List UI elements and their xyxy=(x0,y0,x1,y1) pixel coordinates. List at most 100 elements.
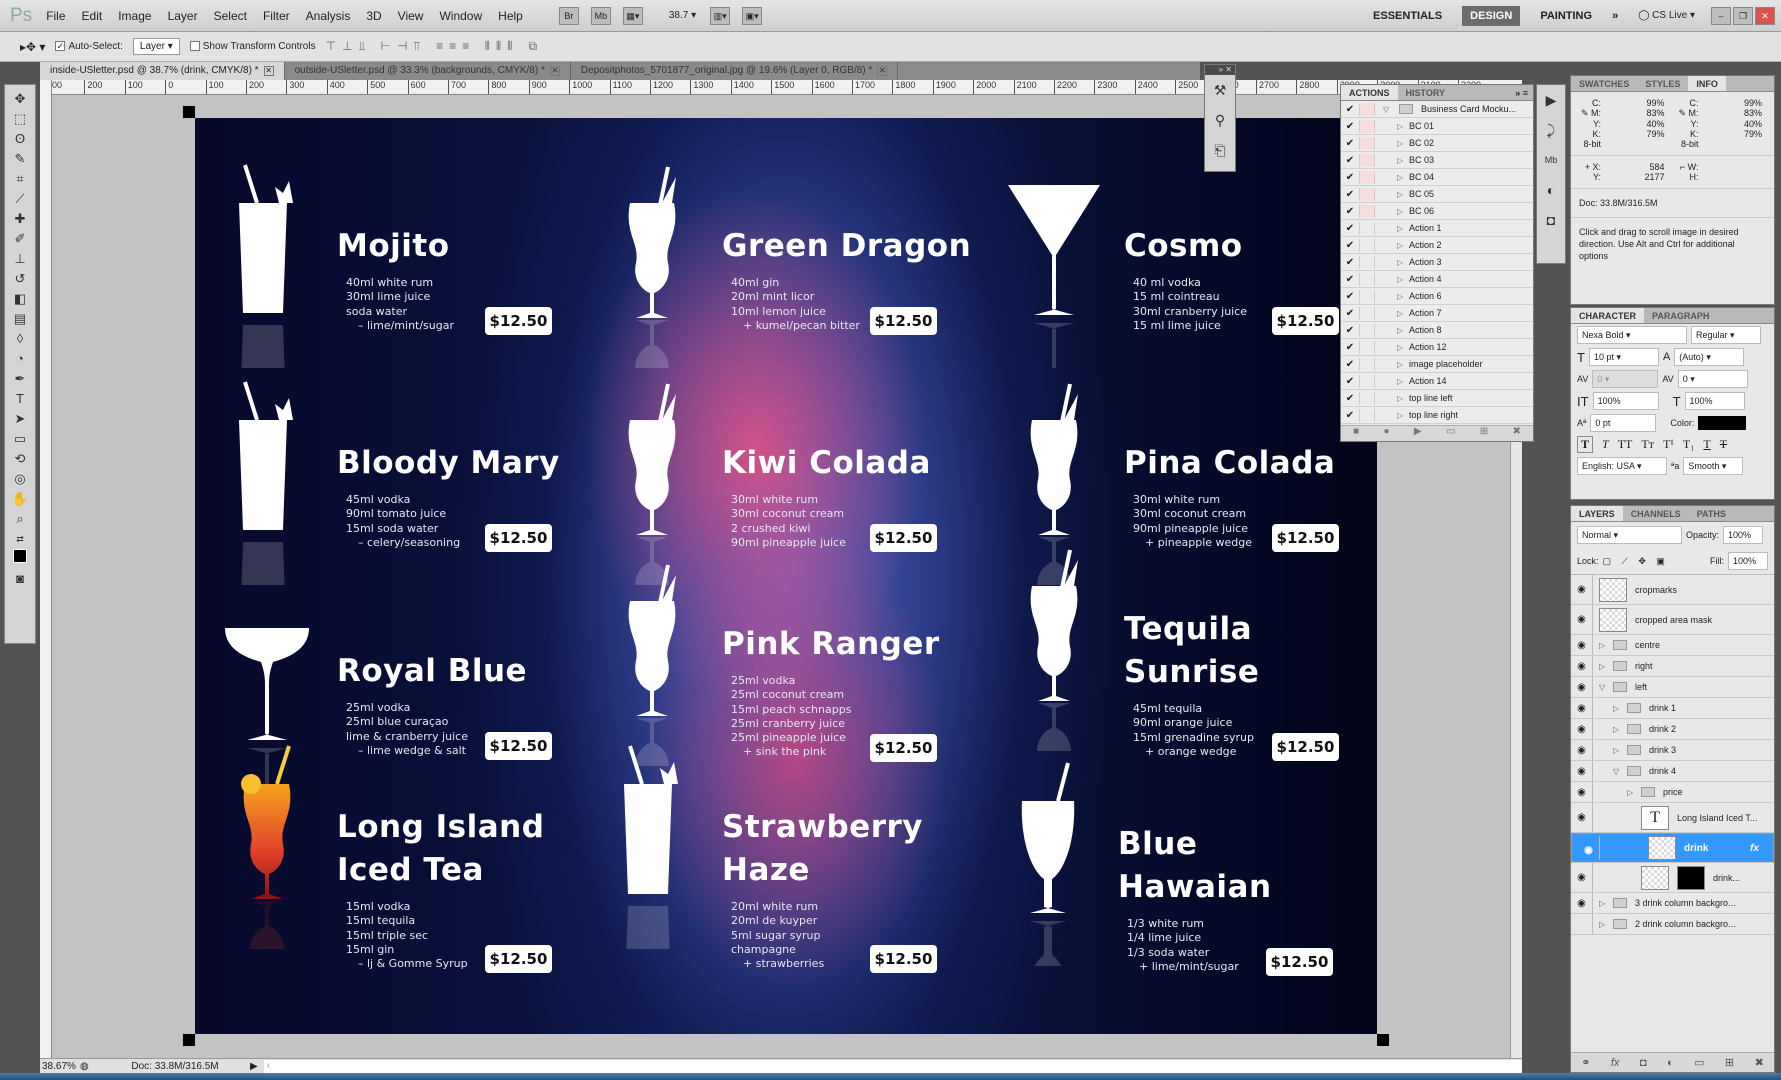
horizontal-scrollbar[interactable]: ‹ xyxy=(263,1059,1522,1073)
expand-triangle-icon[interactable]: ▷ xyxy=(1613,725,1623,734)
visibility-eye-icon[interactable]: ◉ xyxy=(1571,698,1593,718)
menu-image[interactable]: Image xyxy=(118,9,151,23)
mini-bridge-button[interactable]: Mb xyxy=(590,6,611,25)
gradient-tool-icon[interactable]: ▤ xyxy=(9,309,31,329)
zoom-percentage-field[interactable]: 38.67% xyxy=(40,1061,80,1072)
adjustment-layer-icon[interactable]: ◐ xyxy=(1667,1057,1674,1069)
expand-triangle-icon[interactable]: ▽ xyxy=(1613,767,1623,776)
expand-triangle-icon[interactable]: ▷ xyxy=(1397,411,1409,420)
new-layer-icon[interactable]: ⊞ xyxy=(1725,1056,1734,1069)
toggle-checkbox[interactable]: ✔ xyxy=(1341,138,1359,149)
expand-triangle-icon[interactable]: ▷ xyxy=(1397,309,1409,318)
blend-mode-select[interactable]: Normal ▾ xyxy=(1577,526,1682,544)
visibility-eye-icon[interactable]: ◉ xyxy=(1571,656,1593,676)
blur-tool-icon[interactable]: ◊ xyxy=(9,329,31,349)
dialog-toggle[interactable] xyxy=(1359,238,1375,252)
tab-history[interactable]: HISTORY xyxy=(1398,85,1454,100)
lasso-tool-icon[interactable]: ʘ xyxy=(9,129,31,149)
action-item[interactable]: ✔ ▷ BC 04 xyxy=(1341,169,1533,186)
menu-select[interactable]: Select xyxy=(214,9,247,23)
menu-filter[interactable]: Filter xyxy=(263,9,290,23)
menu-window[interactable]: Window xyxy=(439,9,482,23)
expand-triangle-icon[interactable]: ▷ xyxy=(1397,377,1409,386)
layer-row[interactable]: ◉ ▽ left xyxy=(1571,677,1774,698)
dialog-toggle[interactable] xyxy=(1359,255,1375,269)
toggle-checkbox[interactable]: ✔ xyxy=(1341,257,1359,268)
bridge-button[interactable]: Br xyxy=(558,6,579,25)
toggle-checkbox[interactable]: ✔ xyxy=(1341,189,1359,200)
expand-triangle-icon[interactable]: ▷ xyxy=(1397,394,1409,403)
expand-triangle-icon[interactable]: ▷ xyxy=(1397,139,1409,148)
menu-help[interactable]: Help xyxy=(498,9,523,23)
dialog-toggle[interactable] xyxy=(1359,289,1375,303)
dialog-toggle[interactable] xyxy=(1359,136,1375,150)
dialog-toggle[interactable] xyxy=(1359,357,1375,371)
tab-paths[interactable]: PATHS xyxy=(1689,506,1734,521)
hand-tool-icon[interactable]: ✋ xyxy=(9,489,31,509)
horizontal-scale-field[interactable]: 100% xyxy=(1684,392,1745,410)
brush-presets-icon[interactable]: ⚲ xyxy=(1205,105,1235,135)
layer-row[interactable]: ◉ ▷ right xyxy=(1571,656,1774,677)
drink-item[interactable]: Tequila Sunrise 45ml tequila 90ml orange ju… xyxy=(1030,549,1339,855)
baseline-shift-field[interactable]: 0 pt xyxy=(1590,414,1657,432)
expand-triangle-icon[interactable]: ▷ xyxy=(1613,704,1623,713)
drink-item[interactable]: Pina Colada 30ml white rum 30ml coconut cr… xyxy=(1030,383,1339,689)
minimize-button[interactable]: – xyxy=(1711,6,1731,25)
stamp-tool-icon[interactable]: ⊥ xyxy=(9,249,31,269)
toggle-checkbox[interactable]: ✔ xyxy=(1341,155,1359,166)
dialog-toggle[interactable] xyxy=(1359,187,1375,201)
action-item[interactable]: ✔ ▷ Action 1 xyxy=(1341,220,1533,237)
expand-triangle-icon[interactable]: ▷ xyxy=(1397,360,1409,369)
layer-style-icon[interactable]: fx xyxy=(1611,1057,1620,1069)
restore-button[interactable]: ❐ xyxy=(1733,6,1753,25)
menu-edit[interactable]: Edit xyxy=(82,9,103,23)
quick-mask-icon[interactable]: ◙ xyxy=(9,569,31,589)
3d-orbit-tool-icon[interactable]: ◎ xyxy=(9,469,31,489)
drink-item[interactable]: Royal Blue 25ml vodka 25ml blue curaçao lim… xyxy=(225,628,552,860)
action-item[interactable]: ✔ ▷ Action 14 xyxy=(1341,373,1533,390)
drink-item[interactable]: Bloody Mary 45ml vodka 90ml tomato juice 15… xyxy=(239,381,560,691)
leading-field[interactable]: (Auto) ▾ xyxy=(1674,348,1745,366)
expand-triangle-icon[interactable]: ▷ xyxy=(1397,258,1409,267)
distribute-buttons[interactable]: ≡≡≡ ⦀⦀⦀ xyxy=(436,39,518,54)
expand-triangle-icon[interactable]: ▷ xyxy=(1397,326,1409,335)
visibility-eye-icon[interactable] xyxy=(1571,914,1593,934)
layer-row[interactable]: ◉ drink fx xyxy=(1571,833,1774,863)
layer-row[interactable]: ◉ ▷ drink 1 xyxy=(1571,698,1774,719)
move-tool-preset[interactable]: ▸✥ ▾ xyxy=(20,40,45,54)
foreground-color-swatch[interactable] xyxy=(9,549,31,569)
layer-row[interactable]: ◉ ▽ drink 4 xyxy=(1571,761,1774,782)
history-panel-icon[interactable]: ⤸ xyxy=(1537,115,1565,145)
expand-triangle-icon[interactable]: ▷ xyxy=(1397,343,1409,352)
brush-tool-icon[interactable]: ✐ xyxy=(9,229,31,249)
action-item[interactable]: ✔ ▷ Action 2 xyxy=(1341,237,1533,254)
record-icon[interactable]: ● xyxy=(1384,426,1390,441)
dialog-toggle[interactable] xyxy=(1359,391,1375,405)
expand-triangle-icon[interactable]: ▷ xyxy=(1397,122,1409,131)
dialog-toggle[interactable] xyxy=(1359,323,1375,337)
cocktail-menu-document[interactable]: Mojito 40ml white rum 30ml lime juice soda … xyxy=(195,118,1377,1034)
delete-icon[interactable]: ✖ xyxy=(1512,426,1520,441)
expand-triangle-icon[interactable]: ▷ xyxy=(1397,190,1409,199)
layer-row[interactable]: ◉ ▷ 3 drink column backgro... xyxy=(1571,893,1774,914)
tracking-field[interactable]: 0 ▾ xyxy=(1677,370,1748,388)
adjustments-panel-icon[interactable]: ◐ xyxy=(1537,175,1565,205)
drink-item[interactable]: Green Dragon 40ml gin 20ml mint licor 10ml … xyxy=(628,166,971,472)
tab-swatches[interactable]: SWATCHES xyxy=(1571,76,1637,91)
visibility-eye-icon[interactable]: ◉ xyxy=(1571,782,1593,802)
anti-alias-select[interactable]: Smooth ▾ xyxy=(1683,457,1744,475)
dialog-toggle[interactable] xyxy=(1359,306,1375,320)
text-color-swatch[interactable] xyxy=(1698,416,1747,430)
drink-item[interactable]: Long Island Iced Tea 15ml vodka 15ml tequil… xyxy=(241,745,552,1034)
add-mask-icon[interactable]: ◘ xyxy=(1640,1057,1647,1069)
menu-analysis[interactable]: Analysis xyxy=(306,9,351,23)
masks-panel-icon[interactable]: ◘ xyxy=(1537,205,1565,235)
dialog-toggle[interactable] xyxy=(1359,102,1375,116)
document-tab[interactable]: Depositphotos_5701877_original.jpg @ 19.… xyxy=(571,62,899,80)
shape-tool-icon[interactable]: ▭ xyxy=(9,429,31,449)
eyedropper-tool-icon[interactable]: ⟋ xyxy=(9,189,31,209)
eraser-tool-icon[interactable]: ◧ xyxy=(9,289,31,309)
tab-info[interactable]: INFO xyxy=(1688,76,1726,91)
toggle-checkbox[interactable]: ✔ xyxy=(1341,325,1359,336)
mini-bridge-panel-icon[interactable]: Mb xyxy=(1537,145,1565,175)
